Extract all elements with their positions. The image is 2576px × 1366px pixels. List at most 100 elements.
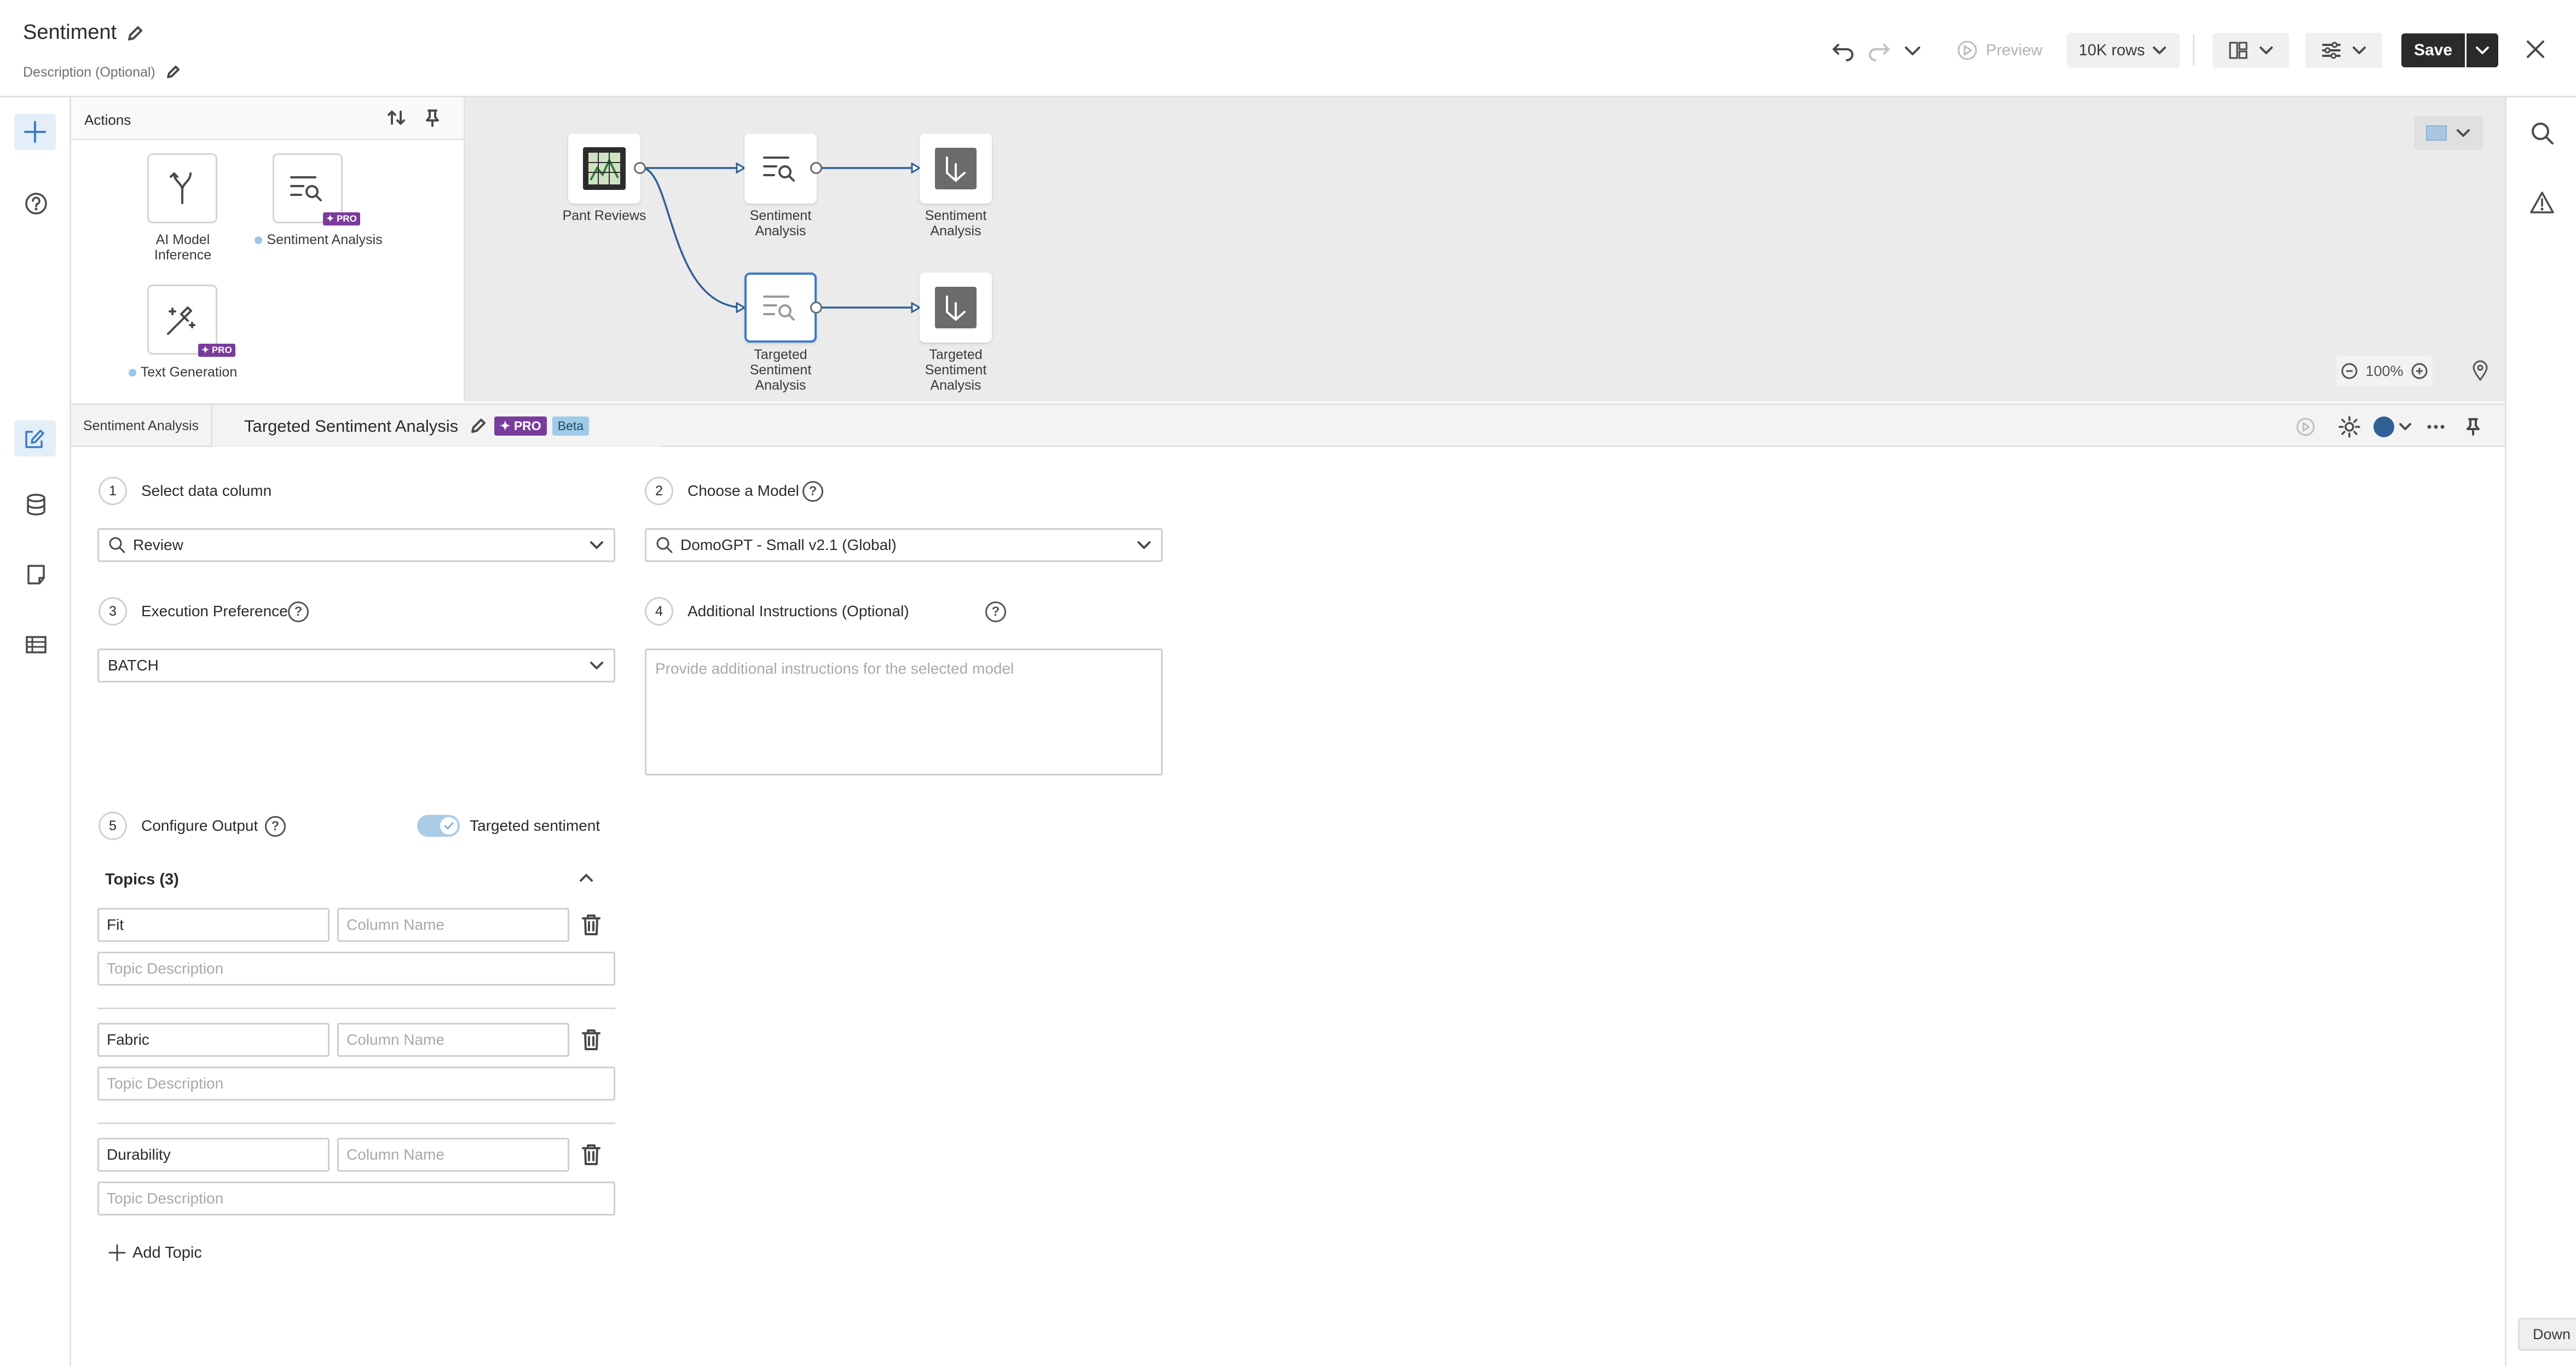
canvas-node-targeted-sentiment-analysis[interactable] (744, 273, 817, 343)
edit-tool-button[interactable] (14, 420, 56, 456)
rename-pencil-icon[interactable] (469, 418, 487, 435)
chevron-down-icon (590, 541, 603, 549)
redo-icon[interactable] (1867, 39, 1891, 61)
database-icon[interactable] (24, 493, 48, 517)
undo-icon[interactable] (1832, 39, 1856, 61)
config-form: 1 Select data column Review 2 Choose a M… (71, 447, 2505, 1366)
save-button[interactable]: Save (2401, 33, 2465, 67)
pro-badge: ✦ PRO (323, 212, 360, 225)
search-icon[interactable] (2529, 120, 2555, 146)
step-label: Execution Preference (141, 603, 288, 620)
edit-title-pencil-icon[interactable] (126, 25, 143, 43)
trash-icon[interactable] (580, 913, 602, 936)
output-dataset-icon (935, 287, 977, 328)
right-rail (2505, 97, 2576, 1366)
search-icon (109, 537, 125, 553)
output-port[interactable] (634, 162, 646, 174)
fork-icon (170, 172, 192, 204)
chevron-down-icon (2457, 129, 2470, 137)
warning-icon[interactable] (2529, 190, 2555, 216)
zoom-in-icon[interactable] (2410, 362, 2429, 380)
history-chevron-down-icon[interactable] (1903, 43, 1922, 59)
add-action-button[interactable] (14, 114, 56, 150)
layout-menu-button[interactable] (2213, 33, 2289, 68)
more-options-icon[interactable] (2424, 417, 2448, 437)
minimap-toggle[interactable] (2414, 116, 2483, 150)
preview-button[interactable]: Preview (1956, 34, 2042, 67)
canvas-node-pant-reviews[interactable] (568, 134, 640, 204)
targeted-sentiment-toggle[interactable] (417, 815, 460, 837)
topic-column-name-input[interactable]: Column Name (337, 1023, 569, 1057)
action-tile-ai-model-inference[interactable] (147, 153, 217, 223)
help-icon[interactable]: ? (288, 601, 309, 622)
topic-name-input[interactable]: Durability (97, 1138, 330, 1172)
topic-name-input[interactable]: Fit (97, 908, 330, 942)
download-button[interactable]: Down (2518, 1318, 2576, 1351)
dataflow-title[interactable]: Sentiment (23, 21, 117, 44)
topic-column-name-input[interactable]: Column Name (337, 908, 569, 942)
tab-sentiment-analysis[interactable]: Sentiment Analysis (71, 405, 212, 447)
actions-panel: Actions AI Model Inference ✦ PRO Sentime… (71, 97, 465, 402)
add-topic-button[interactable]: Add Topic (107, 1240, 202, 1266)
help-icon[interactable]: ? (985, 601, 1006, 622)
close-icon[interactable] (2525, 38, 2546, 60)
divider (2193, 34, 2194, 66)
help-icon[interactable] (24, 192, 48, 216)
help-icon[interactable]: ? (265, 816, 286, 837)
canvas-node-sentiment-output[interactable] (920, 134, 992, 204)
step-number: 3 (99, 597, 127, 626)
pin-icon[interactable] (421, 107, 443, 129)
save-options-button[interactable] (2467, 33, 2498, 67)
trash-icon[interactable] (580, 1028, 602, 1051)
chevron-down-icon (2260, 47, 2273, 54)
settings-menu-button[interactable] (2306, 33, 2382, 68)
canvas-node-label: Targeted Sentiment Analysis (749, 347, 812, 393)
topic-description-input[interactable]: Topic Description (97, 1067, 615, 1101)
canvas-node-label: Targeted Sentiment Analysis (925, 347, 987, 393)
topics-title: Topics (3) (105, 871, 179, 888)
output-port[interactable] (810, 162, 822, 174)
output-dataset-icon (935, 148, 977, 189)
topic-divider (97, 1122, 615, 1124)
dataflow-canvas[interactable]: Pant Reviews Sentiment Analysis Sentimen… (465, 97, 2505, 402)
canvas-node-targeted-output[interactable] (920, 273, 992, 343)
help-icon[interactable]: ? (802, 481, 823, 502)
execution-preference-select[interactable]: BATCH (97, 649, 615, 682)
topic-description-input[interactable]: Topic Description (97, 952, 615, 986)
edit-description-pencil-icon[interactable] (165, 65, 181, 80)
left-rail (0, 97, 71, 1366)
rows-select[interactable]: 10K rows (2067, 33, 2180, 68)
step-label: Select data column (141, 482, 272, 499)
editor-tab-bar: Sentiment Analysis Targeted Sentiment An… (71, 403, 2505, 447)
chevron-down-icon (2353, 47, 2366, 54)
topic-description-input[interactable]: Topic Description (97, 1182, 615, 1215)
gear-icon[interactable] (2337, 415, 2361, 439)
toggle-label: Targeted sentiment (470, 817, 600, 834)
text-search-icon (763, 296, 795, 321)
zoom-out-icon[interactable] (2340, 362, 2359, 380)
search-icon (656, 537, 673, 553)
canvas-node-label: Sentiment Analysis (925, 208, 987, 239)
color-swatch (2373, 416, 2394, 437)
step-number: 1 (99, 477, 127, 505)
step-label: Choose a Model (688, 482, 799, 499)
pin-icon[interactable] (2462, 416, 2484, 438)
dataflow-description[interactable]: Description (Optional) (23, 65, 155, 80)
location-pin-icon[interactable] (2471, 360, 2490, 382)
topic-column-name-input[interactable]: Column Name (337, 1138, 569, 1172)
topic-name-input[interactable]: Fabric (97, 1023, 330, 1057)
sort-icon[interactable] (385, 107, 407, 129)
table-icon[interactable] (24, 633, 48, 657)
additional-instructions-textarea[interactable]: Provide additional instructions for the … (645, 649, 1163, 775)
trash-icon[interactable] (580, 1143, 602, 1166)
run-play-icon[interactable] (2295, 416, 2317, 438)
data-column-select[interactable]: Review (97, 528, 615, 562)
model-select[interactable]: DomoGPT - Small v2.1 (Global) (645, 528, 1163, 562)
note-icon[interactable] (24, 563, 48, 587)
zoom-level: 100% (2365, 362, 2404, 379)
color-picker[interactable] (2373, 415, 2413, 439)
tab-targeted-sentiment-analysis[interactable]: Targeted Sentiment Analysis ✦ PRO Beta (212, 405, 661, 447)
collapse-chevron-up-icon[interactable] (578, 871, 594, 885)
canvas-node-sentiment-analysis[interactable] (744, 134, 817, 204)
output-port[interactable] (810, 302, 822, 314)
